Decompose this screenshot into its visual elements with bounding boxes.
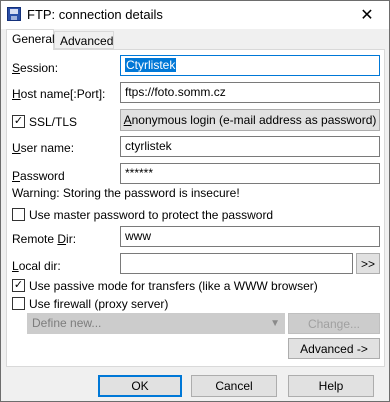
password-warning: Warning: Storing the password is insecur…: [12, 186, 240, 200]
remote-dir-label: Remote Dir:: [12, 232, 77, 246]
proxy-select[interactable]: Define new... ▼: [27, 313, 285, 334]
change-proxy-button[interactable]: Change...: [288, 313, 380, 334]
password-label: Password: [12, 169, 65, 183]
ssl-label: SSL/TLS: [29, 115, 78, 129]
browse-local-dir-button[interactable]: >>: [356, 253, 380, 274]
firewall-label: Use firewall (proxy server): [29, 297, 169, 311]
help-button[interactable]: Help: [288, 375, 374, 397]
advanced-button[interactable]: Advanced ->: [288, 338, 380, 359]
passive-mode-label: Use passive mode for transfers (like a W…: [29, 279, 318, 293]
connection-details-dialog: FTP: connection details ✕ General Advanc…: [0, 0, 390, 402]
cancel-button[interactable]: Cancel: [191, 375, 277, 397]
local-dir-label: Local dir:: [12, 259, 61, 273]
tab-general[interactable]: General: [6, 29, 55, 50]
checkmark-icon: ✓: [13, 115, 24, 127]
password-input[interactable]: ******: [120, 163, 380, 184]
local-dir-input[interactable]: [120, 253, 353, 274]
passive-mode-checkbox[interactable]: ✓: [12, 279, 25, 292]
session-label: Session:: [12, 61, 59, 75]
title-bar: FTP: connection details ✕: [1, 1, 389, 29]
app-floppy-icon: [7, 7, 21, 21]
window-title: FTP: connection details: [27, 7, 163, 22]
firewall-checkbox[interactable]: [12, 297, 25, 310]
close-button[interactable]: ✕: [345, 1, 389, 29]
username-label: User name:: [12, 141, 75, 155]
master-password-label: Use master password to protect the passw…: [29, 208, 274, 222]
session-input[interactable]: Ctyrlistek: [120, 55, 380, 76]
master-password-checkbox[interactable]: [12, 208, 25, 221]
chevron-down-icon: ▼: [270, 318, 280, 329]
ssl-checkbox[interactable]: ✓: [12, 115, 25, 128]
checkmark-icon: ✓: [13, 279, 24, 291]
remote-dir-input[interactable]: www: [120, 226, 380, 247]
hostname-label: Host name[:Port]:: [12, 87, 106, 101]
username-input[interactable]: ctyrlistek: [120, 136, 380, 157]
ok-button[interactable]: OK: [98, 375, 182, 397]
tab-advanced[interactable]: Advanced: [54, 31, 114, 49]
anonymous-login-button[interactable]: Anonymous login (e-mail address as passw…: [120, 109, 380, 131]
hostname-input[interactable]: ftps://foto.somm.cz: [120, 82, 380, 103]
